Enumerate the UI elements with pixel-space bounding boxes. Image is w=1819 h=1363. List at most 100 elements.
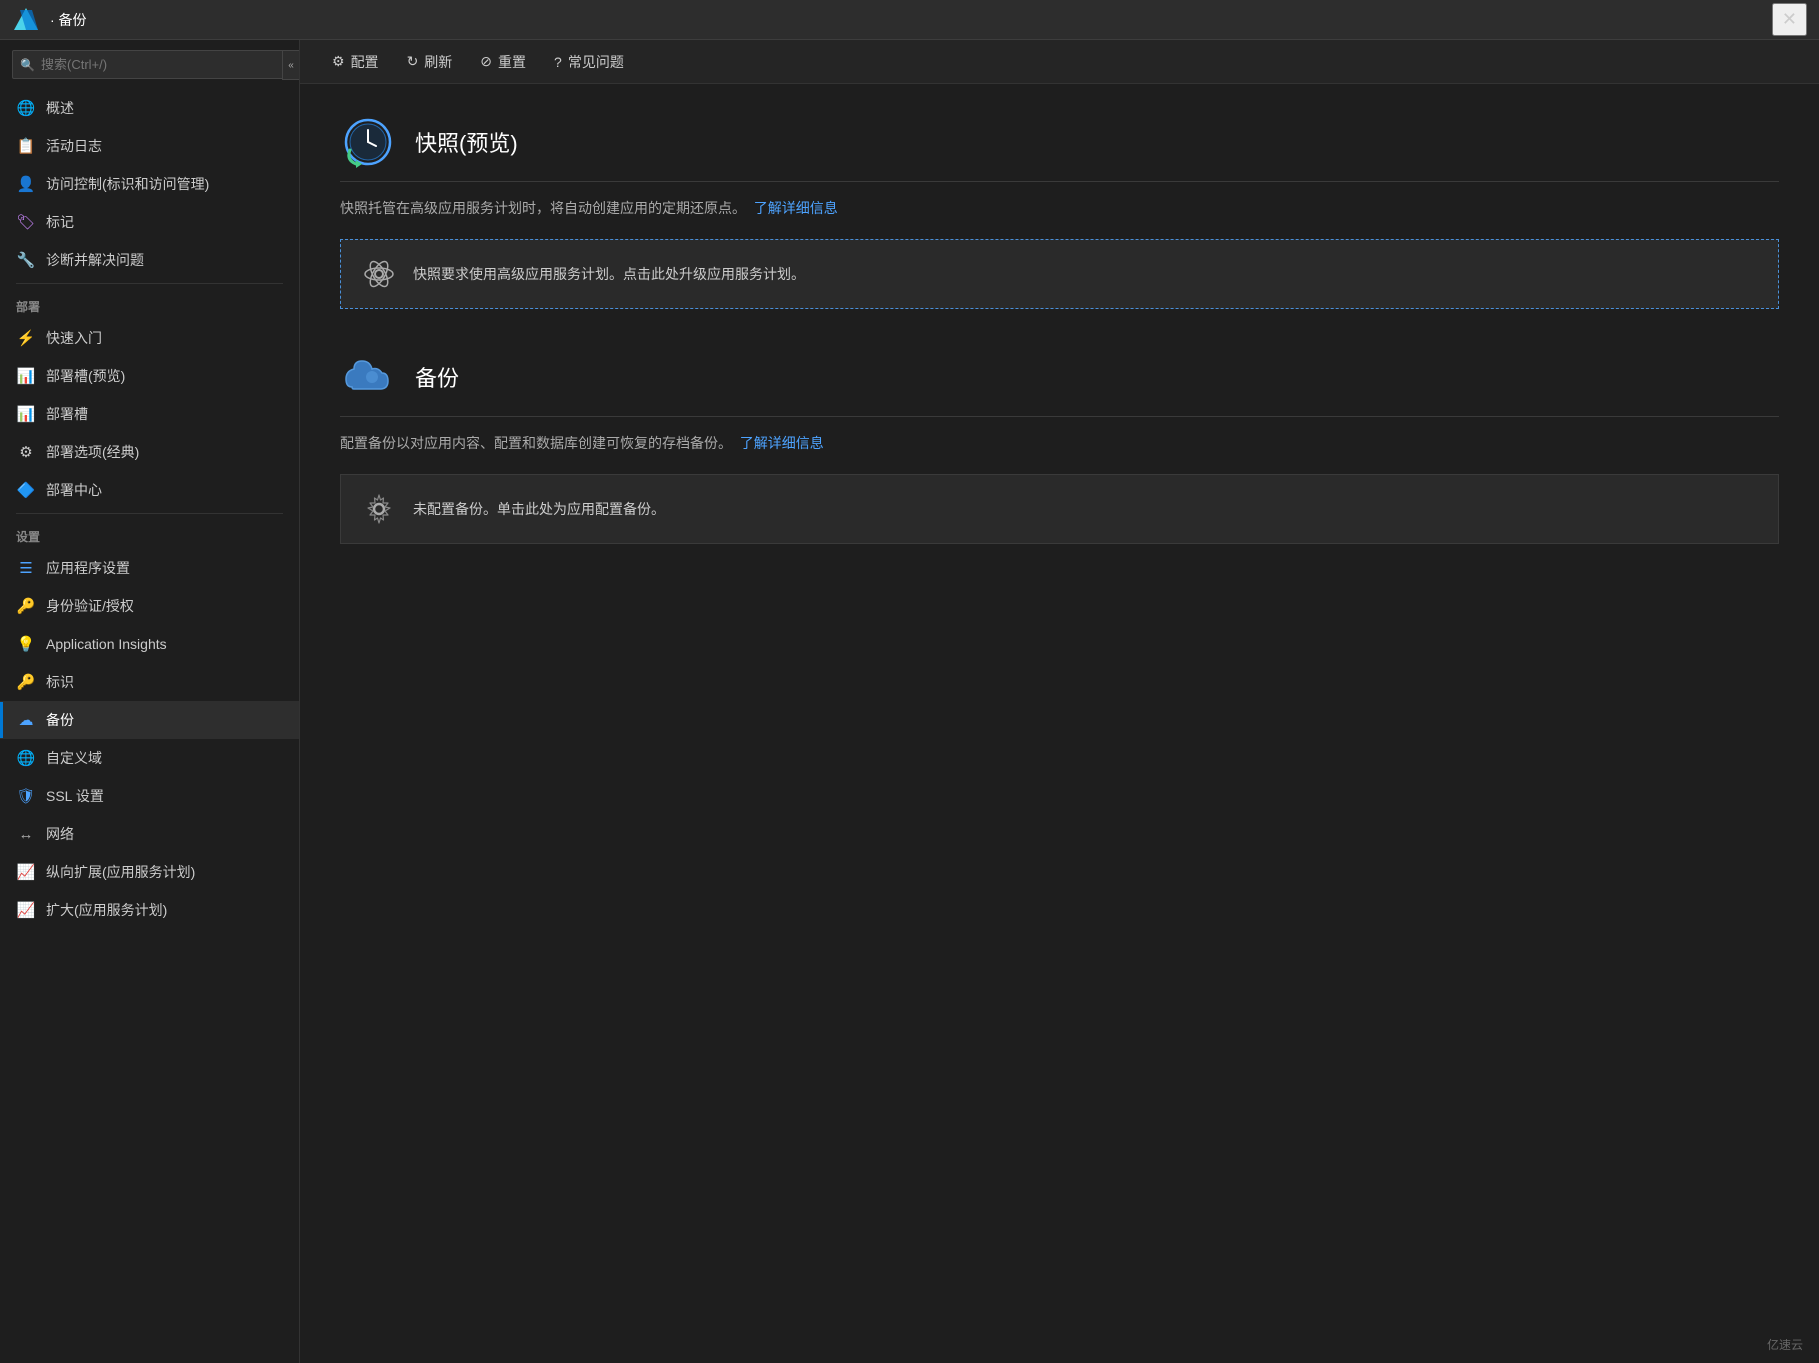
close-button[interactable]: ✕ — [1772, 3, 1807, 36]
sidebar-navigation: 🌐 概述 📋 活动日志 👤 访问控制(标识和访问管理) 🏷 标记 🔧 诊断并解决… — [0, 89, 299, 1363]
snapshot-learn-more-link[interactable]: 了解详细信息 — [754, 200, 838, 216]
snapshot-icon — [340, 114, 395, 169]
wrench-icon: 🔧 — [16, 250, 36, 270]
sidebar-item-label: 自定义域 — [46, 748, 102, 768]
deploy-section-label: 部署 — [0, 288, 299, 319]
snapshot-divider — [340, 181, 1779, 182]
sidebar-item-label: 备份 — [46, 710, 74, 730]
settings-section-label: 设置 — [0, 518, 299, 549]
atom-icon — [361, 256, 397, 292]
sidebar-item-ssl[interactable]: 🛡 SSL 设置 — [0, 777, 299, 815]
sidebar-item-label: 标记 — [46, 212, 74, 232]
sidebar-item-label: 纵向扩展(应用服务计划) — [46, 862, 195, 882]
backup-title: 备份 — [415, 361, 459, 393]
menu-icon: ☰ — [16, 558, 36, 578]
globe2-icon: 🌐 — [16, 748, 36, 768]
backup-header: 备份 — [340, 349, 1779, 404]
sidebar-item-auth[interactable]: 🔑 身份验证/授权 — [0, 587, 299, 625]
faq-label: 常见问题 — [568, 52, 624, 72]
sidebar-item-label: 部署中心 — [46, 480, 102, 500]
key-icon: 🔑 — [16, 596, 36, 616]
sidebar-item-label: 活动日志 — [46, 136, 102, 156]
backup-section-icon — [340, 349, 395, 404]
sidebar-item-label: 应用程序设置 — [46, 558, 130, 578]
sidebar-item-label: SSL 设置 — [46, 786, 104, 806]
tag-icon: 🏷 — [16, 212, 36, 232]
gear2-icon — [361, 491, 397, 527]
sidebar-item-quickstart[interactable]: ⚡ 快速入门 — [0, 319, 299, 357]
shield-icon: 🛡 — [16, 786, 36, 806]
faq-button[interactable]: ? 常见问题 — [542, 46, 636, 78]
refresh-label: 刷新 — [424, 52, 452, 72]
chart2-icon: 📊 — [16, 404, 36, 424]
bulb-icon: 💡 — [16, 634, 36, 654]
sidebar: 🔍 « 🌐 概述 📋 活动日志 👤 访问控制(标识和访问管理) 🏷 标记 — [0, 40, 300, 1363]
sidebar-item-custom-domain[interactable]: 🌐 自定义域 — [0, 739, 299, 777]
snapshot-header: 快照(预览) — [340, 114, 1779, 169]
azure-logo — [12, 6, 40, 34]
gear-icon: ⚙ — [16, 442, 36, 462]
sidebar-collapse-button[interactable]: « — [282, 50, 300, 80]
cloud-icon: ☁ — [16, 710, 36, 730]
sidebar-item-label: 部署槽(预览) — [46, 366, 125, 386]
reset-label: 重置 — [498, 52, 526, 72]
backup-learn-more-link[interactable]: 了解详细信息 — [740, 435, 824, 451]
search-icon: 🔍 — [20, 58, 35, 72]
backup-section: 备份 配置备份以对应用内容、配置和数据库创建可恢复的存档备份。 了解详细信息 未… — [340, 349, 1779, 544]
diamond-icon: 🔷 — [16, 480, 36, 500]
search-input[interactable] — [12, 50, 287, 79]
sidebar-item-deploy-center[interactable]: 🔷 部署中心 — [0, 471, 299, 509]
scale-up-icon: 📈 — [16, 862, 36, 882]
nav-divider-2 — [16, 513, 283, 514]
sidebar-item-identity[interactable]: 🔑 标识 — [0, 663, 299, 701]
chart-icon: 📊 — [16, 366, 36, 386]
sidebar-item-label: 部署槽 — [46, 404, 88, 424]
refresh-button[interactable]: ↻ 刷新 — [395, 46, 465, 78]
sidebar-item-overview[interactable]: 🌐 概述 — [0, 89, 299, 127]
sidebar-item-diagnose[interactable]: 🔧 诊断并解决问题 — [0, 241, 299, 279]
refresh-icon: ↻ — [407, 53, 419, 70]
reset-button[interactable]: ⊘ 重置 — [468, 46, 538, 78]
sidebar-item-activity-log[interactable]: 📋 活动日志 — [0, 127, 299, 165]
snapshot-info-text: 快照要求使用高级应用服务计划。点击此处升级应用服务计划。 — [413, 264, 805, 284]
sidebar-item-scale-up[interactable]: 📈 纵向扩展(应用服务计划) — [0, 853, 299, 891]
config-button[interactable]: ⚙ 配置 — [320, 46, 391, 78]
clock-svg — [342, 116, 394, 168]
network-icon: ↔ — [16, 824, 36, 844]
sidebar-item-tags[interactable]: 🏷 标记 — [0, 203, 299, 241]
sidebar-item-label: 身份验证/授权 — [46, 596, 134, 616]
lightning-icon: ⚡ — [16, 328, 36, 348]
sidebar-item-scale-out[interactable]: 📈 扩大(应用服务计划) — [0, 891, 299, 929]
sidebar-item-label: 扩大(应用服务计划) — [46, 900, 167, 920]
sidebar-item-backup[interactable]: ☁ 备份 — [0, 701, 299, 739]
sidebar-item-deploy-options[interactable]: ⚙ 部署选项(经典) — [0, 433, 299, 471]
list-icon: 📋 — [16, 136, 36, 156]
sidebar-item-label: Application Insights — [46, 636, 167, 652]
sidebar-item-network[interactable]: ↔ 网络 — [0, 815, 299, 853]
user-icon: 👤 — [16, 174, 36, 194]
watermark: 亿速云 — [1767, 1336, 1803, 1353]
main-content: 快照(预览) 快照托管在高级应用服务计划时，将自动创建应用的定期还原点。 了解详… — [300, 84, 1819, 1363]
sidebar-item-label: 访问控制(标识和访问管理) — [46, 174, 209, 194]
sidebar-item-access-control[interactable]: 👤 访问控制(标识和访问管理) — [0, 165, 299, 203]
config-icon: ⚙ — [332, 53, 345, 70]
sidebar-item-label: 概述 — [46, 98, 74, 118]
snapshot-title: 快照(预览) — [415, 126, 518, 158]
sidebar-item-label: 标识 — [46, 672, 74, 692]
snapshot-info-box[interactable]: 快照要求使用高级应用服务计划。点击此处升级应用服务计划。 — [340, 239, 1779, 309]
config-label: 配置 — [351, 52, 379, 72]
backup-description: 配置备份以对应用内容、配置和数据库创建可恢复的存档备份。 了解详细信息 — [340, 433, 1779, 454]
sidebar-item-deploy-slots-preview[interactable]: 📊 部署槽(预览) — [0, 357, 299, 395]
sidebar-item-deploy-slots[interactable]: 📊 部署槽 — [0, 395, 299, 433]
sidebar-item-app-settings[interactable]: ☰ 应用程序设置 — [0, 549, 299, 587]
backup-info-text: 未配置备份。单击此处为应用配置备份。 — [413, 499, 665, 519]
faq-icon: ? — [554, 54, 562, 70]
nav-divider-1 — [16, 283, 283, 284]
reset-icon: ⊘ — [480, 53, 492, 70]
backup-configure-box[interactable]: 未配置备份。单击此处为应用配置备份。 — [340, 474, 1779, 544]
sidebar-search-area: 🔍 — [0, 40, 299, 89]
sidebar-item-label: 部署选项(经典) — [46, 442, 139, 462]
sidebar-item-app-insights[interactable]: 💡 Application Insights — [0, 625, 299, 663]
title-bar: · 备份 ✕ — [0, 0, 1819, 40]
main-layout: 🔍 « 🌐 概述 📋 活动日志 👤 访问控制(标识和访问管理) 🏷 标记 — [0, 40, 1819, 1363]
